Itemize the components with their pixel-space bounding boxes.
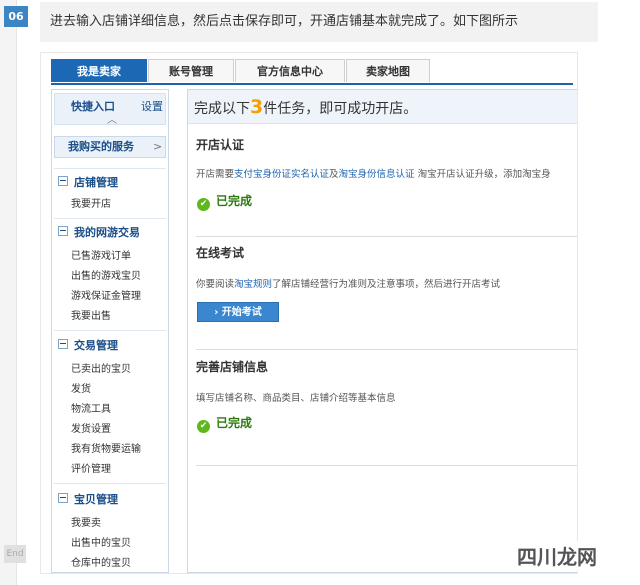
section-divider [196,349,577,350]
taobao-identity-link[interactable]: 淘宝身份信息认证 [339,169,415,180]
section-divider [196,465,577,466]
sidebar-item[interactable]: 发货设置 [71,420,111,435]
sidebar: 快捷入口 设置 ︿ 我购买的服务 > 店铺管理 我要开店 我的网游交易 已售游戏… [51,89,169,573]
section-title-exam: 在线考试 [196,246,245,260]
sidebar-group-items[interactable]: 宝贝管理 [58,491,118,507]
main-panel: 完成以下3件任务，即可成功开店。 开店认证 开店需要支付宝身份证实名认证及淘宝身… [187,89,577,573]
collapse-icon [58,493,68,503]
chevron-right-icon: > [153,140,163,153]
sidebar-group-trade[interactable]: 交易管理 [58,337,118,353]
section-title-verification: 开店认证 [196,138,245,152]
sidebar-item[interactable]: 已售游戏订单 [71,247,131,262]
sidebar-item[interactable]: 我有货物要运输 [71,440,141,455]
sidebar-item-open-shop[interactable]: 我要开店 [71,195,111,210]
sidebar-item[interactable]: 我要卖 [71,514,101,529]
section-desc-verification: 开店需要支付宝身份证实名认证及淘宝身份信息认证 淘宝开店认证升级，添加淘宝身 [196,169,551,180]
watermark-logo: 四川龙网 [514,541,600,570]
taobao-rules-link[interactable]: 淘宝规则 [234,279,272,290]
sidebar-item[interactable]: 仓库中的宝贝 [71,554,131,569]
status-completed: ✔ 已完成 [197,414,252,433]
section-title-shop-info: 完善店铺信息 [196,360,269,374]
tab-account[interactable]: 账号管理 [148,59,234,82]
quick-entry-settings-link[interactable]: 设置 [141,98,163,114]
collapse-icon [58,226,68,236]
tab-seller[interactable]: 我是卖家 [51,59,147,82]
sidebar-divider [54,168,166,169]
sidebar-divider [54,483,166,484]
task-count: 3 [250,96,264,118]
sidebar-group-shop[interactable]: 店铺管理 [58,174,118,190]
tab-official-info[interactable]: 官方信息中心 [235,59,345,82]
sidebar-item[interactable]: 物流工具 [71,400,111,415]
sidebar-item[interactable]: 出售的游戏宝贝 [71,267,141,282]
chevron-right-icon: › [214,307,219,318]
check-circle-icon: ✔ [197,420,210,433]
sidebar-item[interactable]: 我要出售 [71,307,111,322]
section-desc-exam: 你要阅读淘宝规则了解店铺经营行为准则及注意事项，然后进行开店考试 [196,279,501,290]
sidebar-item[interactable]: 游戏保证金管理 [71,287,141,302]
sidebar-item[interactable]: 评价管理 [71,460,111,475]
sidebar-divider [54,218,166,219]
section-desc-shop-info: 填写店铺名称、商品类目、店铺介绍等基本信息 [196,393,396,404]
sidebar-divider [54,330,166,331]
purchased-services-label: 我购买的服务 [68,140,134,153]
step-gutter [0,0,17,585]
instruction-text: 进去输入店铺详细信息，然后点击保存即可，开通店铺基本就完成了。如下图所示 [40,2,598,42]
chevron-up-icon[interactable]: ︿ [107,111,117,126]
sidebar-item[interactable]: 发货 [71,380,91,395]
purchased-services-bar[interactable]: 我购买的服务 > [54,136,166,158]
section-divider [196,236,577,237]
quick-entry-box: 快捷入口 设置 ︿ [54,93,166,126]
screenshot-frame: 我是卖家 账号管理 官方信息中心 卖家地图 快捷入口 设置 ︿ 我购买的服务 >… [40,52,578,574]
collapse-icon [58,176,68,186]
collapse-icon [58,339,68,349]
start-exam-button[interactable]: › 开始考试 [197,302,279,322]
alipay-verification-link[interactable]: 支付宝身份证实名认证 [234,169,329,180]
sidebar-item[interactable]: 已卖出的宝贝 [71,360,131,375]
main-header: 完成以下3件任务，即可成功开店。 [188,90,577,124]
status-completed: ✔ 已完成 [197,192,252,211]
tab-seller-map[interactable]: 卖家地图 [346,59,430,82]
sidebar-item[interactable]: 出售中的宝贝 [71,534,131,549]
sidebar-group-game-trade[interactable]: 我的网游交易 [58,224,140,240]
page-title: 完成以下3件任务，即可成功开店。 [194,96,418,118]
step-number-badge: 06 [4,6,28,27]
top-tabs: 我是卖家 账号管理 官方信息中心 卖家地图 [51,59,573,85]
end-badge: End [4,545,26,563]
check-circle-icon: ✔ [197,198,210,211]
